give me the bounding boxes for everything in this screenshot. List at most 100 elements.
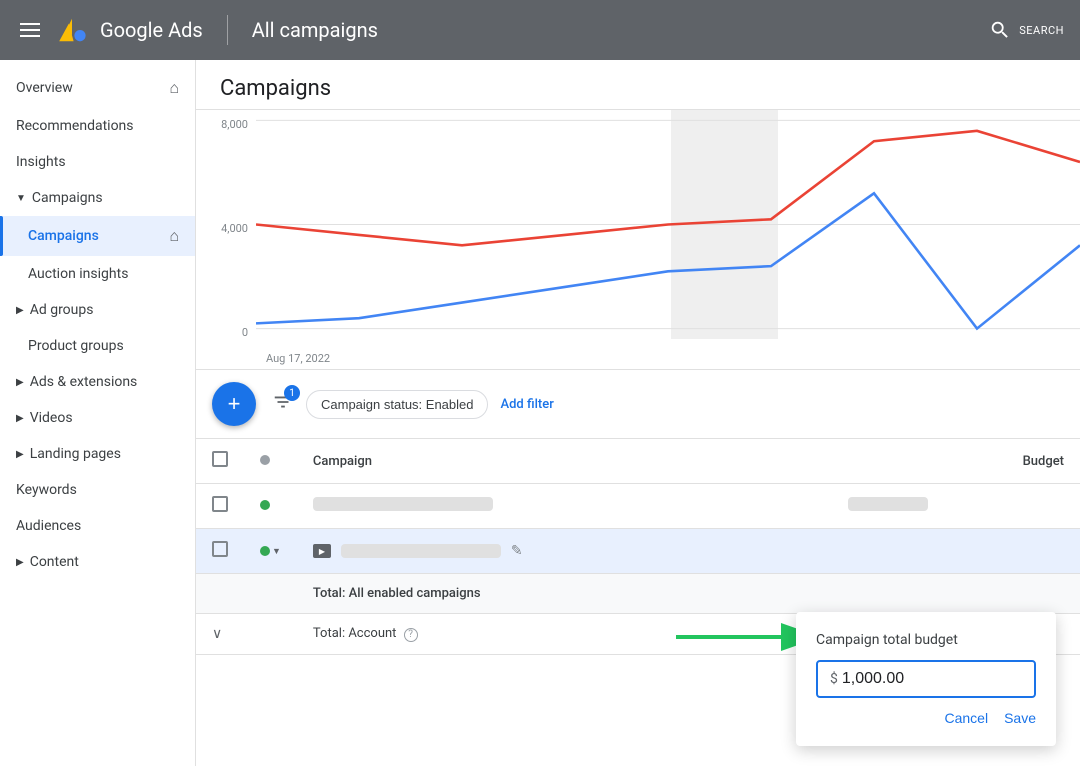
sidebar-section-content-label: Content [30,554,79,570]
collapse-icon[interactable]: ∨ [212,626,222,642]
sidebar-item-keywords-label: Keywords [16,482,77,498]
edit-campaign-icon[interactable]: ✎ [511,543,523,559]
sidebar-item-campaigns[interactable]: Campaigns ⌂ [0,216,195,256]
select-all-checkbox[interactable] [212,451,228,467]
filter-badge: 1 [284,385,300,401]
th-campaign: Campaign [297,439,832,484]
add-filter-button[interactable]: Add filter [500,397,553,412]
topbar-divider [227,15,228,45]
page-header: Campaigns [196,60,1080,110]
sidebar-section-landing-pages[interactable]: ▶ Landing pages [0,436,195,472]
campaigns-home-icon: ⌂ [169,226,179,246]
th-status [244,439,297,484]
budget-actions: Cancel Save [816,710,1036,726]
status-filter-chip[interactable]: Campaign status: Enabled [306,390,488,419]
td-campaign-1 [297,484,832,529]
td-account-empty: ∨ [196,614,297,655]
td-status-2: ▼ [244,529,297,574]
google-ads-logo [56,14,88,46]
sidebar-item-overview-label: Overview [16,80,73,96]
sidebar-item-insights[interactable]: Insights [0,144,195,180]
sidebar-section-ad-groups[interactable]: ▶ Ad groups [0,292,195,328]
td-budget-1 [832,484,1080,529]
yaxis-label-4000: 4,000 [204,222,248,235]
td-campaign-2: ✎ [297,529,832,574]
sidebar-section-ads-extensions-label: Ads & extensions [30,374,138,390]
account-info-icon[interactable]: ? [404,628,418,642]
row2-status-dot [260,546,270,556]
sidebar-section-videos-label: Videos [30,410,73,426]
search-label: SEARCH [1019,24,1064,37]
chart-svg-container [256,110,1080,339]
row1-budget-skeleton [848,497,928,511]
page-title: Campaigns [220,76,1056,101]
budget-popup: Campaign total budget $ Cancel Save [796,612,1056,746]
home-icon: ⌂ [169,78,179,98]
status-header-dot [260,455,270,465]
td-budget-2 [832,529,1080,574]
budget-input-wrap: $ [816,660,1036,698]
sidebar-item-overview[interactable]: Overview ⌂ [0,68,195,108]
budget-input[interactable] [842,670,1022,688]
table-row: ▼ ✎ [196,529,1080,574]
sidebar-item-auction-insights[interactable]: Auction insights [0,256,195,292]
sidebar-section-landing-pages-label: Landing pages [30,446,121,462]
sidebar-section-ad-groups-label: Ad groups [30,302,94,318]
sidebar-item-auction-insights-label: Auction insights [28,266,128,282]
row2-status-arrow[interactable]: ▼ [272,546,281,557]
chart-yaxis: 8,000 4,000 0 [196,110,256,339]
td-total-empty [196,574,297,614]
account-total-label: Total: Account [313,626,397,641]
yaxis-label-8000: 8,000 [204,118,248,131]
sidebar: Overview ⌂ Recommendations Insights ▼ Ca… [0,60,196,766]
search-button[interactable]: SEARCH [989,19,1064,41]
sidebar-item-product-groups[interactable]: Product groups [0,328,195,364]
hamburger-menu[interactable] [16,19,44,41]
sidebar-section-videos[interactable]: ▶ Videos [0,400,195,436]
topbar-campaign-context: All campaigns [252,18,378,42]
sidebar-section-campaigns[interactable]: ▼ Campaigns [0,180,195,216]
content-chevron-icon: ▶ [16,557,24,568]
landing-pages-chevron-icon: ▶ [16,449,24,460]
chart-svg [256,110,1080,339]
budget-currency-symbol: $ [830,671,838,687]
td-status-1 [244,484,297,529]
videos-chevron-icon: ▶ [16,413,24,424]
td-checkbox-1 [196,484,244,529]
sidebar-item-campaigns-label: Campaigns [28,228,99,244]
budget-popup-title: Campaign total budget [816,632,1036,648]
app-body: Overview ⌂ Recommendations Insights ▼ Ca… [0,60,1080,766]
sidebar-item-insights-label: Insights [16,154,66,170]
table-header-row: Campaign Budget [196,439,1080,484]
total-row: Total: All enabled campaigns [196,574,1080,614]
th-checkbox [196,439,244,484]
sidebar-item-audiences[interactable]: Audiences [0,508,195,544]
sidebar-item-keywords[interactable]: Keywords [0,472,195,508]
sidebar-item-audiences-label: Audiences [16,518,81,534]
row2-checkbox[interactable] [212,541,228,557]
sidebar-item-product-groups-label: Product groups [28,338,124,354]
search-icon [989,19,1011,41]
table-row [196,484,1080,529]
sidebar-item-recommendations-label: Recommendations [16,118,134,134]
main-content: Campaigns 8,000 4,000 0 [196,60,1080,766]
add-campaign-button[interactable]: + [212,382,256,426]
row1-checkbox[interactable] [212,496,228,512]
td-checkbox-2 [196,529,244,574]
ads-extensions-chevron-icon: ▶ [16,377,24,388]
sidebar-section-campaigns-label: Campaigns [32,190,103,206]
sidebar-section-ads-extensions[interactable]: ▶ Ads & extensions [0,364,195,400]
filter-button[interactable]: 1 [272,391,294,417]
budget-cancel-button[interactable]: Cancel [944,710,988,726]
campaigns-chevron-icon: ▼ [16,193,26,204]
row1-status-dot [260,500,270,510]
sidebar-item-recommendations[interactable]: Recommendations [0,108,195,144]
td-total-label: Total: All enabled campaigns [297,574,832,614]
ad-groups-chevron-icon: ▶ [16,305,24,316]
yaxis-label-0: 0 [204,326,248,339]
row1-name-skeleton [313,497,493,511]
sidebar-section-content[interactable]: ▶ Content [0,544,195,580]
row2-name-skeleton [341,544,501,558]
budget-save-button[interactable]: Save [1004,710,1036,726]
table-area: Campaign Budget [196,439,1080,766]
